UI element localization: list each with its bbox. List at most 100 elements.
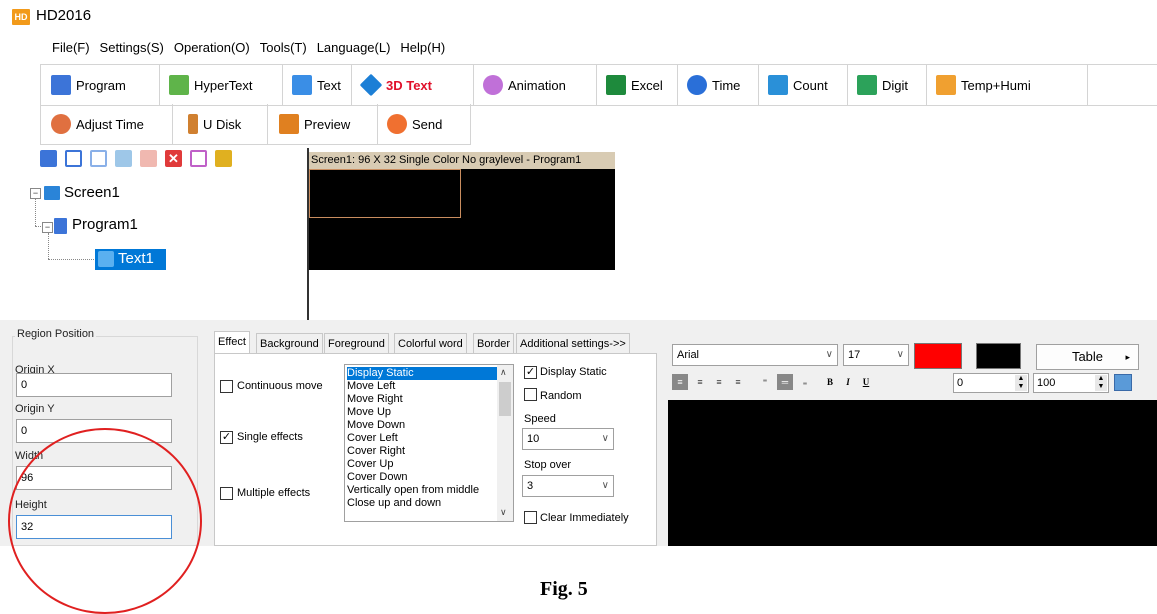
- menu-language[interactable]: Language(L): [317, 40, 391, 58]
- time-button[interactable]: Time: [687, 73, 740, 97]
- adjust-time-button[interactable]: Adjust Time: [51, 112, 144, 136]
- tree-item-screen[interactable]: Screen1: [64, 184, 120, 201]
- align-justify-icon[interactable]: ≡: [730, 374, 746, 390]
- hypertext-icon: [169, 75, 189, 95]
- list-item[interactable]: Move Down: [347, 419, 405, 432]
- preview-region-frame[interactable]: [309, 169, 461, 218]
- effect-list[interactable]: Display Static Move Left Move Right Move…: [344, 364, 514, 522]
- image-icon[interactable]: [1114, 374, 1132, 391]
- effect-list-scroll-thumb[interactable]: [499, 382, 511, 416]
- excel-label: Excel: [631, 77, 663, 93]
- font-select[interactable]: Arial ∨: [672, 344, 838, 366]
- tab-border[interactable]: Border: [473, 333, 515, 353]
- save-icon[interactable]: [40, 150, 57, 167]
- valign-middle-icon[interactable]: ═: [777, 374, 793, 390]
- bold-button[interactable]: B: [822, 374, 838, 390]
- tree-item-program[interactable]: Program1: [72, 216, 138, 233]
- list-item[interactable]: Cover Left: [347, 432, 398, 445]
- font-value: Arial: [677, 349, 700, 361]
- tab-effect[interactable]: Effect: [214, 331, 250, 353]
- adjust-time-icon: [51, 114, 71, 134]
- stop-over-value: 3: [527, 480, 534, 492]
- time-icon: [687, 75, 707, 95]
- temp-humi-button[interactable]: Temp+Humi: [936, 73, 1031, 97]
- list-item[interactable]: Move Left: [347, 380, 395, 393]
- menu-file[interactable]: File(F): [52, 40, 90, 58]
- scroll-down-icon[interactable]: ∨: [500, 507, 507, 518]
- excel-button[interactable]: Excel: [606, 73, 663, 97]
- program-button[interactable]: Program: [51, 73, 126, 97]
- preview-button[interactable]: Preview: [279, 112, 350, 136]
- menu-tools[interactable]: Tools(T): [260, 40, 307, 58]
- copy-icon[interactable]: [65, 150, 82, 167]
- tab-colorful-word[interactable]: Colorful word: [394, 333, 467, 353]
- italic-button[interactable]: I: [840, 374, 856, 390]
- text-editor-area[interactable]: [668, 400, 1157, 546]
- clear-immediately-checkbox[interactable]: [524, 511, 537, 524]
- spacing-stepper[interactable]: 0 ▲ ▼: [953, 373, 1029, 393]
- program-collapse-icon[interactable]: −: [42, 222, 53, 233]
- animation-button[interactable]: Animation: [483, 73, 566, 97]
- screen-icon: [44, 186, 60, 200]
- spinner-icon[interactable]: ▲ ▼: [1015, 375, 1027, 391]
- u-disk-button[interactable]: U Disk: [188, 112, 241, 136]
- align-right-icon[interactable]: ≡: [711, 374, 727, 390]
- count-button[interactable]: Count: [768, 73, 828, 97]
- tab-background[interactable]: Background: [256, 333, 323, 353]
- send-button[interactable]: Send: [387, 112, 442, 136]
- list-item[interactable]: Display Static: [347, 367, 497, 380]
- move-up-icon[interactable]: [115, 150, 132, 167]
- tab-additional-settings[interactable]: Additional settings->>: [516, 333, 630, 353]
- scroll-up-icon[interactable]: ∧: [500, 367, 507, 378]
- origin-x-field[interactable]: 0: [16, 373, 172, 397]
- valign-top-icon[interactable]: ⁼: [757, 374, 773, 390]
- digit-icon: [857, 75, 877, 95]
- continuous-move-label: Continuous move: [237, 380, 323, 392]
- menu-settings[interactable]: Settings(S): [100, 40, 164, 58]
- list-item[interactable]: Close up and down: [347, 497, 441, 510]
- display-static-checkbox[interactable]: ✓: [524, 366, 537, 379]
- hypertext-button[interactable]: HyperText: [169, 73, 253, 97]
- menu-operation[interactable]: Operation(O): [174, 40, 250, 58]
- stop-over-select[interactable]: 3 ∨: [522, 475, 614, 497]
- valign-bottom-icon[interactable]: ₌: [797, 374, 813, 390]
- multiple-effects-checkbox[interactable]: [220, 487, 233, 500]
- list-item[interactable]: Move Up: [347, 406, 391, 419]
- time-label: Time: [712, 77, 741, 93]
- table-button[interactable]: Table ▸: [1036, 344, 1139, 370]
- list-item[interactable]: Move Right: [347, 393, 403, 406]
- tree-item-text[interactable]: Text1: [118, 250, 154, 267]
- digit-label: Digit: [882, 77, 909, 93]
- delete-icon[interactable]: ✕: [165, 150, 182, 167]
- search-icon[interactable]: [215, 150, 232, 167]
- figure-caption: Fig. 5: [540, 578, 588, 600]
- blank-icon[interactable]: [190, 150, 207, 167]
- list-item[interactable]: Cover Down: [347, 471, 408, 484]
- scale-stepper[interactable]: 100 ▲ ▼: [1033, 373, 1109, 393]
- speed-select[interactable]: 10 ∨: [522, 428, 614, 450]
- continuous-move-checkbox[interactable]: [220, 380, 233, 393]
- text-button[interactable]: Text: [292, 73, 341, 97]
- tab-foreground[interactable]: Foreground: [324, 333, 389, 353]
- menu-help[interactable]: Help(H): [400, 40, 445, 58]
- list-item[interactable]: Vertically open from middle: [347, 484, 479, 497]
- foreground-color-swatch[interactable]: [914, 343, 962, 369]
- digit-button[interactable]: Digit: [857, 73, 908, 97]
- table-label: Table: [1071, 349, 1104, 364]
- single-effects-checkbox[interactable]: ✓: [220, 431, 233, 444]
- background-color-swatch[interactable]: [976, 343, 1021, 369]
- random-checkbox[interactable]: [524, 388, 537, 401]
- align-center-icon[interactable]: ≡: [692, 374, 708, 390]
- title-bar: HD HD2016: [0, 0, 1157, 34]
- list-item[interactable]: Cover Up: [347, 458, 393, 471]
- screen-collapse-icon[interactable]: −: [30, 188, 41, 199]
- 3d-text-button[interactable]: 3D Text: [359, 73, 432, 97]
- underline-button[interactable]: U: [858, 374, 874, 390]
- font-size-select[interactable]: 17 ∨: [843, 344, 909, 366]
- temp-humi-label: Temp+Humi: [961, 77, 1031, 93]
- align-left-icon[interactable]: ≡: [672, 374, 688, 390]
- spinner-icon[interactable]: ▲ ▼: [1095, 375, 1107, 391]
- paste-icon[interactable]: [90, 150, 107, 167]
- list-item[interactable]: Cover Right: [347, 445, 405, 458]
- move-down-icon[interactable]: [140, 150, 157, 167]
